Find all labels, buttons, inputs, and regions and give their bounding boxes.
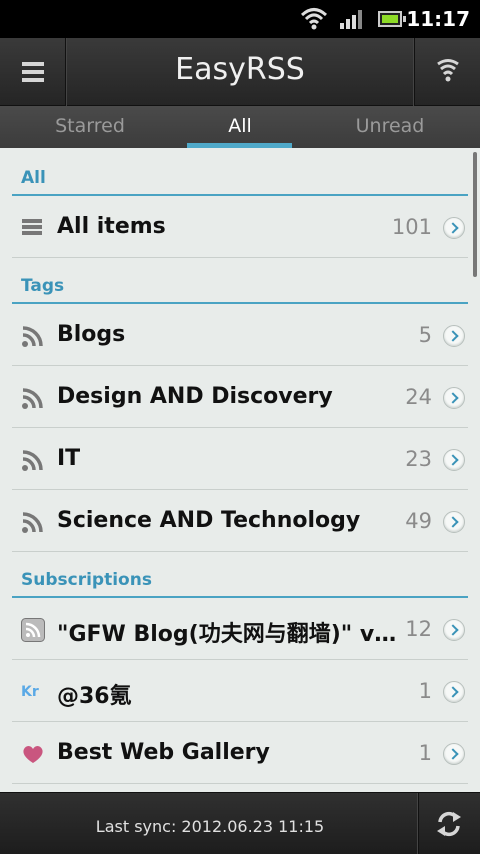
item-count: 101 xyxy=(391,215,432,239)
rss-icon xyxy=(22,388,43,409)
list-item-subscription[interactable]: Kr @36氪 1 xyxy=(12,660,468,722)
tab-starred[interactable]: Starred xyxy=(10,106,170,148)
signal-strength-icon xyxy=(340,10,362,29)
status-bar: 11:17 xyxy=(0,0,480,38)
item-label: "GFW Blog(功夫网与翻墙)" via ... xyxy=(57,622,402,647)
list-item-all-items[interactable]: All items 101 xyxy=(12,196,468,258)
wifi-status-icon xyxy=(300,8,328,30)
chevron-right-icon[interactable] xyxy=(443,511,465,533)
rss-icon xyxy=(22,450,43,471)
status-time: 11:17 xyxy=(406,7,470,31)
heart-icon xyxy=(23,746,43,763)
list-icon xyxy=(22,219,42,235)
list-item-subscription[interactable]: Best Web Gallery 1 xyxy=(12,722,468,784)
feed-list[interactable]: All All items 101 Tags Blogs 5 Design AN… xyxy=(12,150,468,792)
item-count: 12 xyxy=(405,617,432,641)
item-label: Science AND Technology xyxy=(57,508,361,533)
item-count: 1 xyxy=(418,679,432,703)
chevron-right-icon[interactable] xyxy=(443,681,465,703)
feed-box-icon xyxy=(21,618,45,642)
chevron-right-icon[interactable] xyxy=(443,325,465,347)
wifi-signal-icon xyxy=(437,59,459,82)
battery-icon xyxy=(378,11,406,27)
item-count: 49 xyxy=(405,509,432,533)
refresh-icon xyxy=(437,811,461,837)
rss-icon xyxy=(22,326,43,347)
list-item-tag[interactable]: Design AND Discovery 24 xyxy=(12,366,468,428)
item-count: 1 xyxy=(418,741,432,765)
app-title: EasyRSS xyxy=(175,52,305,87)
menu-button[interactable] xyxy=(0,38,66,106)
item-label: Design AND Discovery xyxy=(57,384,333,409)
tab-unread[interactable]: Unread xyxy=(310,106,470,148)
last-sync-text: Last sync: 2012.06.23 11:15 xyxy=(95,817,325,836)
section-title: All xyxy=(21,168,46,188)
chevron-right-icon[interactable] xyxy=(443,387,465,409)
chevron-right-icon[interactable] xyxy=(443,743,465,765)
refresh-button[interactable] xyxy=(418,793,480,854)
section-header-tags: Tags xyxy=(12,258,468,304)
item-label: IT xyxy=(57,446,81,471)
bottom-bar: Last sync: 2012.06.23 11:15 xyxy=(0,792,480,854)
tab-bar: Starred All Unread xyxy=(0,106,480,148)
network-button[interactable] xyxy=(414,38,480,106)
list-item-subscription[interactable]: "GFW Blog(功夫网与翻墙)" via ... 12 xyxy=(12,598,468,660)
kr-logo-icon: Kr xyxy=(21,684,39,700)
rss-icon xyxy=(22,512,43,533)
item-count: 23 xyxy=(405,447,432,471)
chevron-right-icon[interactable] xyxy=(443,449,465,471)
section-title: Subscriptions xyxy=(21,570,152,590)
item-label: All items xyxy=(57,214,166,239)
chevron-right-icon[interactable] xyxy=(443,619,465,641)
list-item-tag[interactable]: IT 23 xyxy=(12,428,468,490)
action-bar: EasyRSS xyxy=(0,38,480,106)
chevron-right-icon[interactable] xyxy=(443,217,465,239)
item-label: @36氪 xyxy=(57,684,132,709)
item-count: 24 xyxy=(405,385,432,409)
list-item-tag[interactable]: Blogs 5 xyxy=(12,304,468,366)
list-item-tag[interactable]: Science AND Technology 49 xyxy=(12,490,468,552)
tab-all[interactable]: All xyxy=(160,106,320,148)
section-header-all: All xyxy=(12,150,468,196)
section-header-subscriptions: Subscriptions xyxy=(12,552,468,598)
section-title: Tags xyxy=(21,276,65,296)
menu-icon xyxy=(22,62,44,82)
item-label: Blogs xyxy=(57,322,126,347)
item-count: 5 xyxy=(418,323,432,347)
item-label: Best Web Gallery xyxy=(57,740,270,765)
scrollbar[interactable] xyxy=(473,152,477,277)
